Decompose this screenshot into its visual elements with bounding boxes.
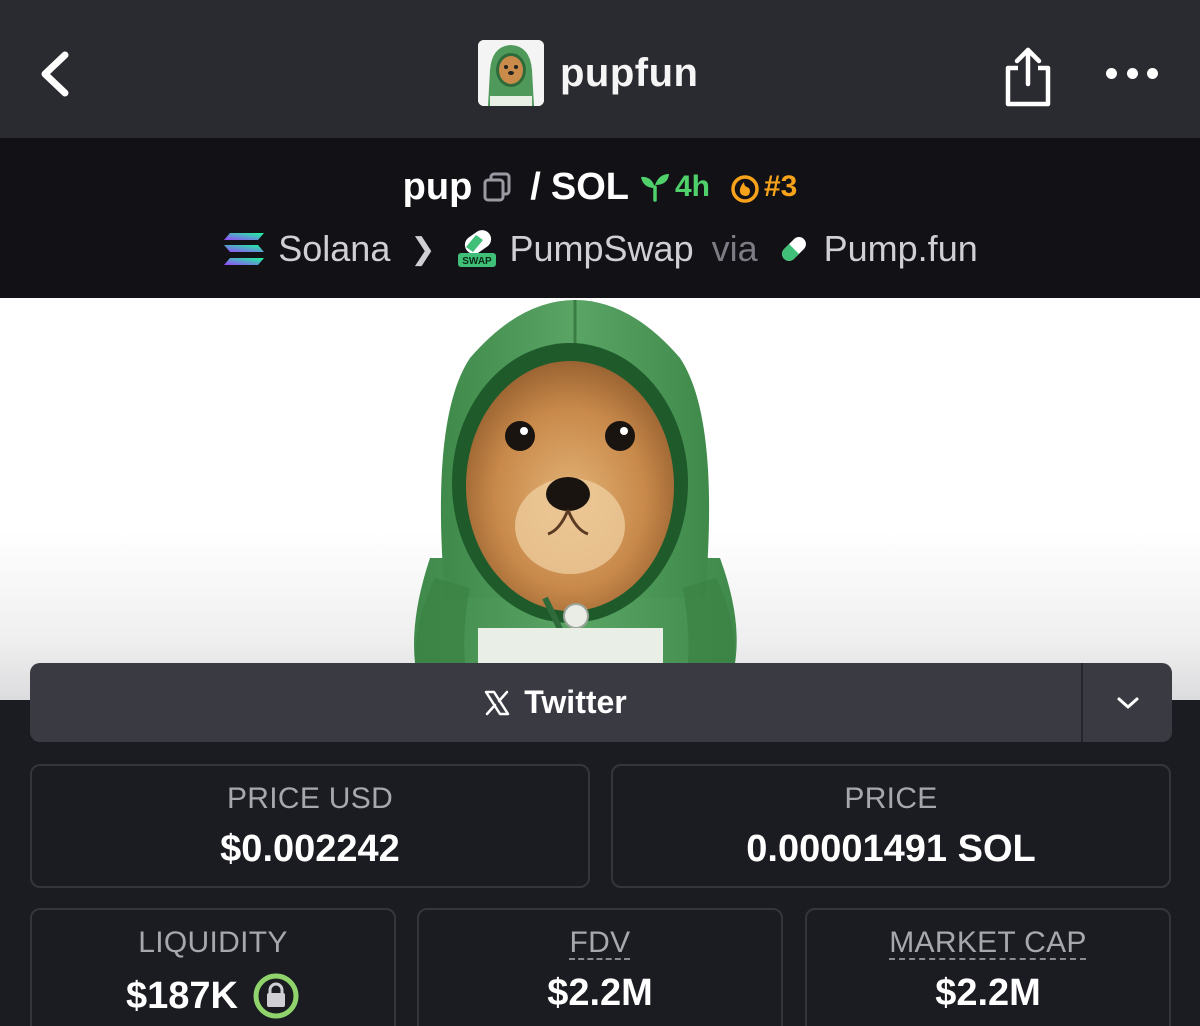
chevron-down-icon xyxy=(1117,697,1138,708)
via-label: via xyxy=(711,228,758,269)
pair-title-row: pup / SOL 4h #3 xyxy=(0,162,1200,212)
back-button[interactable] xyxy=(30,44,80,104)
market-cap-card: MARKET CAP $2.2M xyxy=(805,908,1171,1026)
token-title: pupfun xyxy=(478,40,699,106)
price-usd-value: $0.002242 xyxy=(220,828,400,870)
price-usd-card: PRICE USD $0.002242 xyxy=(30,764,590,888)
dex-name[interactable]: PumpSwap xyxy=(510,228,694,270)
back-icon xyxy=(41,51,69,97)
trending-rank-badge: #3 xyxy=(730,170,797,204)
market-cap-label[interactable]: MARKET CAP xyxy=(889,926,1087,959)
twitter-label: Twitter xyxy=(524,684,627,720)
flame-icon xyxy=(731,175,759,203)
pair-quote-symbol: SOL xyxy=(550,165,629,208)
price-native-value: 0.00001491 SOL xyxy=(746,828,1036,870)
breadcrumb-chevron-icon: ❯ xyxy=(410,232,436,266)
price-native-label: PRICE xyxy=(844,782,938,815)
more-button[interactable] xyxy=(1106,58,1158,88)
rank-label: #3 xyxy=(763,170,798,203)
liquidity-value: $187K xyxy=(126,974,238,1017)
lock-icon[interactable] xyxy=(252,972,300,1020)
pumpswap-icon: SWAP xyxy=(457,230,496,267)
top-nav-bar: pupfun xyxy=(0,0,1200,138)
share-button[interactable] xyxy=(1000,46,1056,108)
price-usd-label: PRICE USD xyxy=(226,782,394,815)
social-links-bar: Twitter xyxy=(30,663,1172,742)
puppy-hoodie-image xyxy=(414,300,737,665)
fdv-value: $2.2M xyxy=(547,972,653,1014)
fdv-label[interactable]: FDV xyxy=(570,926,631,959)
pair-separator: / xyxy=(530,165,541,208)
token-banner xyxy=(0,298,1200,700)
twitter-button[interactable]: Twitter xyxy=(30,663,1081,742)
fdv-card: FDV $2.2M xyxy=(417,908,783,1026)
liquidity-card: LIQUIDITY $187K xyxy=(30,908,396,1026)
solana-icon xyxy=(224,233,265,265)
liquidity-label: LIQUIDITY xyxy=(138,926,288,959)
x-icon xyxy=(484,690,510,715)
socials-dropdown-button[interactable] xyxy=(1081,663,1172,742)
swap-icon-text: SWAP xyxy=(462,256,492,267)
pill-icon xyxy=(781,237,806,261)
token-avatar xyxy=(478,40,544,106)
market-cap-value: $2.2M xyxy=(935,972,1041,1014)
pair-header: pup / SOL 4h #3 Solana ❯ SWAP PumpSwap v… xyxy=(0,138,1200,298)
seedling-icon xyxy=(640,174,669,202)
chain-name[interactable]: Solana xyxy=(278,228,390,270)
launchpad-name[interactable]: Pump.fun xyxy=(824,228,978,270)
pair-base-symbol: pup xyxy=(402,165,473,208)
price-native-card: PRICE 0.00001491 SOL xyxy=(611,764,1171,888)
app-title: pupfun xyxy=(560,50,699,95)
age-badge: 4h xyxy=(639,170,710,204)
copy-icon[interactable] xyxy=(482,171,512,203)
share-icon xyxy=(1005,47,1051,107)
chain-breadcrumb: Solana ❯ SWAP PumpSwap via Pump.fun xyxy=(0,224,1200,274)
more-icon xyxy=(1106,67,1117,79)
age-label: 4h xyxy=(674,170,710,203)
